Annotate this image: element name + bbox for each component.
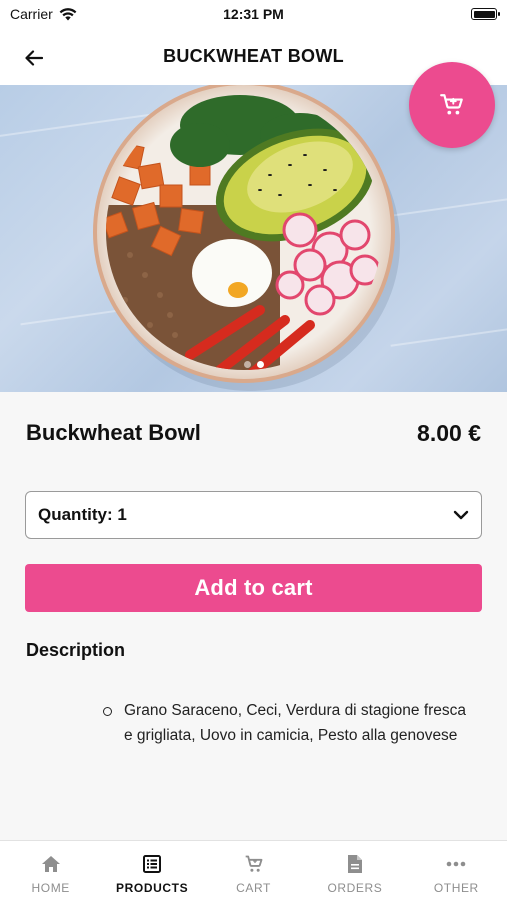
product-name: Buckwheat Bowl [26,420,201,445]
quantity-select-value: Quantity: 1 [38,505,127,524]
floating-cart-button[interactable] [409,62,495,148]
more-icon [445,853,467,875]
tab-home[interactable]: HOME [0,841,101,900]
description-heading: Description [26,640,126,660]
carousel-dot-active[interactable] [256,361,264,368]
home-icon [40,853,62,875]
bottom-tab-bar: HOME PRODUCTS CART ORDERS OTHER [0,840,507,900]
cart-plus-icon [440,94,463,115]
description-item: Grano Saraceno, Ceci, Verdura di stagion… [100,699,470,748]
cart-icon [243,853,265,875]
document-icon [344,853,366,875]
carousel-dot[interactable] [243,361,251,368]
tab-label: HOME [31,881,70,895]
chevron-down-icon [453,510,469,520]
status-time: 12:31 PM [223,6,284,22]
tab-label: PRODUCTS [116,881,189,895]
tab-cart[interactable]: CART [203,841,304,900]
tab-products[interactable]: PRODUCTS [101,841,202,900]
carousel-pagination [0,361,507,368]
status-bar: Carrier 12:31 PM [0,0,507,30]
tab-label: ORDERS [327,881,383,895]
battery-icon [471,8,500,20]
product-price: 8.00 € [417,420,481,446]
page-title: BUCKWHEAT BOWL [163,46,344,66]
tab-orders[interactable]: ORDERS [304,841,405,900]
add-to-cart-button[interactable]: Add to cart [25,564,482,612]
list-icon [141,853,163,875]
description-list: Grano Saraceno, Ceci, Verdura di stagion… [100,699,470,748]
tab-other[interactable]: OTHER [406,841,507,900]
tab-label: CART [236,881,271,895]
tab-label: OTHER [433,881,479,895]
quantity-select[interactable]: Quantity: 1 [25,491,482,539]
